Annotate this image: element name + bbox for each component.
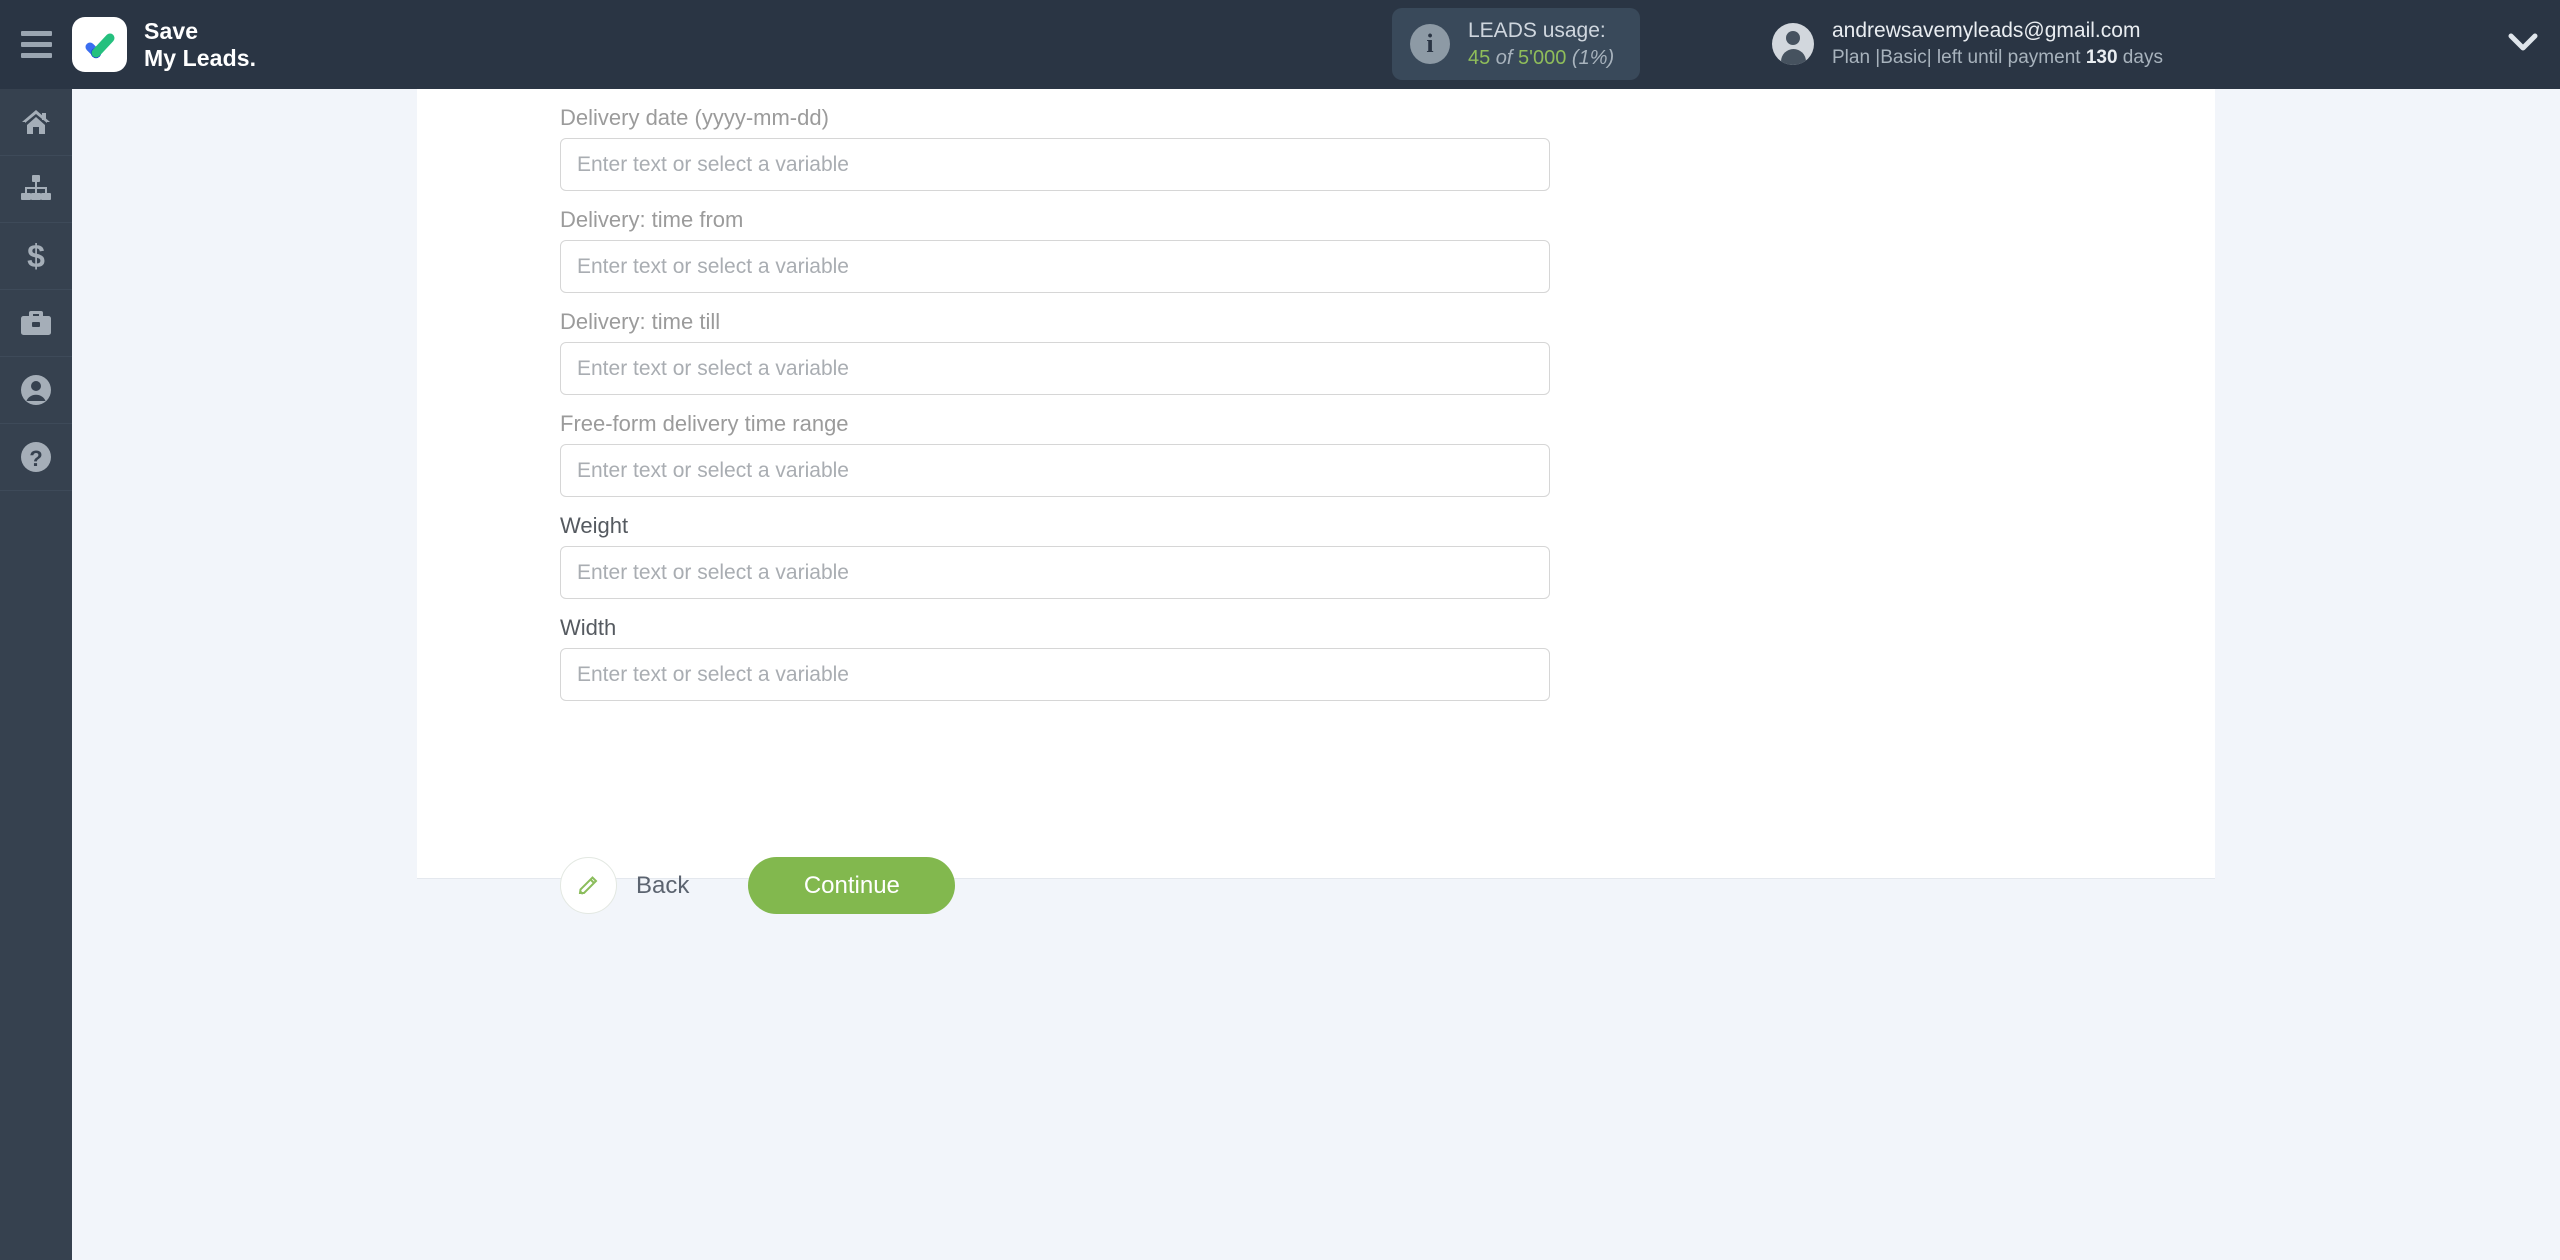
field-label: Delivery date (yyyy-mm-dd) <box>560 105 829 130</box>
field-label: Free-form delivery time range <box>560 411 849 436</box>
plan-days: 130 <box>2085 47 2118 69</box>
leads-of-label: of <box>1490 46 1519 69</box>
account-details: andrewsavemyleads@gmail.com Plan |Basic|… <box>1832 17 2163 71</box>
sidebar-item-home[interactable] <box>0 89 72 156</box>
pencil-icon <box>560 857 617 914</box>
form-actions: Back Continue <box>560 857 956 914</box>
leads-usage-text: LEADS usage: 45 of 5'000 (1%) <box>1468 17 1614 72</box>
home-icon <box>20 106 52 138</box>
brand-line-2: My Leads. <box>144 44 257 71</box>
leads-usage-stats: 45 of 5'000 (1%) <box>1468 45 1614 72</box>
hamburger-bar <box>20 53 52 58</box>
field-input[interactable] <box>560 138 1550 191</box>
back-button[interactable]: Back <box>560 857 689 914</box>
field-input[interactable] <box>560 444 1550 497</box>
field-input[interactable] <box>560 342 1550 395</box>
hamburger-menu-icon[interactable] <box>0 0 72 89</box>
form-field: Delivery: time from <box>560 191 1550 293</box>
question-circle-icon: ? <box>20 441 52 473</box>
leads-total-count: 5'000 <box>1518 46 1567 69</box>
sidebar-item-profile[interactable] <box>0 357 72 424</box>
continue-button[interactable]: Continue <box>748 857 956 914</box>
account-menu[interactable]: andrewsavemyleads@gmail.com Plan |Basic|… <box>1772 8 2163 80</box>
sidebar-item-services[interactable] <box>0 290 72 357</box>
leads-used-count: 45 <box>1468 46 1491 69</box>
field-input[interactable] <box>560 546 1550 599</box>
field-input[interactable] <box>560 240 1550 293</box>
top-header-bar: Save My Leads. i LEADS usage: 45 of 5'00… <box>0 0 2560 89</box>
info-icon: i <box>1410 24 1450 64</box>
svg-text:?: ? <box>29 446 42 471</box>
form-field: Delivery: time till <box>560 293 1550 395</box>
sidebar-item-billing[interactable]: $ <box>0 223 72 290</box>
leads-usage-badge[interactable]: i LEADS usage: 45 of 5'000 (1%) <box>1392 8 1641 80</box>
main-content-area: Delivery date (yyyy-mm-dd) Delivery: time… <box>72 89 2560 1260</box>
leads-percent: (1%) <box>1566 46 1615 69</box>
fields-form: Delivery date (yyyy-mm-dd) Delivery: time… <box>560 89 1550 701</box>
hamburger-bar <box>20 31 52 36</box>
form-field: Weight <box>560 497 1550 599</box>
leads-usage-title: LEADS usage: <box>1468 18 1606 42</box>
briefcase-icon <box>20 309 52 337</box>
field-label: Delivery: time from <box>560 207 744 232</box>
form-field: Width <box>560 599 1550 701</box>
hamburger-bar <box>20 42 52 47</box>
account-plan-info: Plan |Basic| left until payment 130 days <box>1832 45 2163 71</box>
checkmark-logo-icon <box>72 17 127 72</box>
left-sidebar: $ ? <box>0 89 72 1260</box>
user-icon <box>20 374 52 406</box>
brand-line-1: Save <box>144 18 199 45</box>
svg-text:$: $ <box>27 239 45 273</box>
form-card: Delivery date (yyyy-mm-dd) Delivery: time… <box>417 89 2215 914</box>
dollar-icon: $ <box>24 239 48 273</box>
field-label: Weight <box>560 513 629 538</box>
back-button-label: Back <box>636 871 690 899</box>
form-field: Free-form delivery time range <box>560 395 1550 497</box>
brand-name: Save My Leads. <box>144 18 256 71</box>
sitemap-icon <box>20 175 52 203</box>
brand-logo[interactable]: Save My Leads. <box>72 17 256 72</box>
form-field: Delivery date (yyyy-mm-dd) <box>560 89 1550 191</box>
sidebar-item-help[interactable]: ? <box>0 424 72 491</box>
account-email: andrewsavemyleads@gmail.com <box>1832 19 2141 42</box>
field-input[interactable] <box>560 648 1550 701</box>
user-avatar-icon <box>1772 23 1814 65</box>
field-label: Delivery: time till <box>560 309 721 334</box>
field-label: Width <box>560 615 617 640</box>
plan-suffix: days <box>2117 47 2163 69</box>
sidebar-item-connections[interactable] <box>0 156 72 223</box>
plan-prefix: Plan |Basic| left until payment <box>1832 47 2086 69</box>
